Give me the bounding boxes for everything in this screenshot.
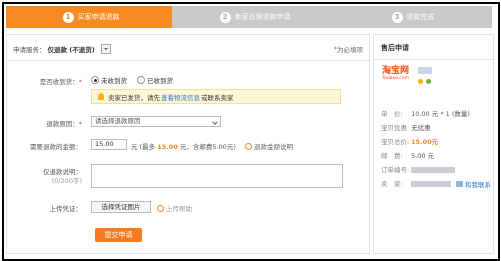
progress-steps: 1 买家申请退款 2 卖家处理退款申请 3 退款完成 — [6, 6, 492, 28]
service-type-dropdown[interactable] — [100, 44, 111, 54]
divider — [374, 59, 493, 60]
step-number: 3 — [391, 11, 403, 23]
received-label: 是否收到货：* — [7, 76, 82, 86]
radio-label: 已收到货 — [147, 77, 173, 85]
amount-unit: 元 — [131, 143, 138, 151]
badge-icon — [426, 79, 431, 84]
required-hint-text: 为必填项 — [337, 46, 363, 54]
tip-text: 卖家已发货，请先 — [108, 93, 160, 102]
contact-seller-link[interactable]: 和我联系 — [456, 179, 491, 189]
info-total: 宝贝总价: 15.00元 — [381, 136, 438, 146]
service-type-row: 申请服务： 仅退款 (不退货) * 为必填项 — [13, 42, 363, 56]
upload-label: 上传凭证： — [7, 203, 83, 213]
reason-label: 退款原因：* — [7, 118, 82, 128]
refund-amount-input[interactable]: 15.00 — [91, 139, 127, 150]
service-type-value: 仅退款 (不退货) — [47, 46, 95, 54]
submit-button[interactable]: 提交申请 — [95, 228, 142, 242]
info-value: 15.00元 — [411, 138, 439, 146]
question-icon — [157, 204, 164, 212]
amount-explain-text: 退款金额说明 — [254, 143, 293, 151]
order-number-blurred — [411, 167, 456, 173]
step-seller-process: 2 卖家处理退款申请 — [172, 6, 338, 28]
info-seller: 卖 家: — [381, 178, 452, 188]
required-asterisk: * — [78, 78, 82, 86]
taobao-logo: 淘宝网 Taobao.com — [382, 66, 414, 84]
received-radio-group: 未收到货 已收到货 — [91, 75, 173, 85]
after-sale-panel: 售后申请 淘宝网 Taobao.com 单 价: 10.00 元 * 1 (数量… — [373, 34, 494, 254]
panel-title: 售后申请 — [381, 44, 409, 52]
badge-icon — [418, 79, 423, 84]
info-key: 订单编号: — [381, 166, 410, 174]
reason-label-text: 退款原因： — [46, 120, 79, 128]
refund-description-textarea[interactable] — [91, 164, 343, 188]
amount-note: 元 (最多 15.00 元，含邮费5.00元) — [131, 141, 236, 151]
info-discount: 宝贝优惠: 无优惠 — [381, 122, 431, 132]
info-key: 宝贝总价: — [381, 138, 410, 146]
received-label-text: 是否收到货： — [39, 78, 79, 86]
shop-badges — [418, 79, 431, 84]
info-key: 卖 家: — [381, 180, 403, 188]
char-counter: (0/200字) — [51, 177, 82, 185]
info-unit-price: 单 价: 10.00 元 * 1 (数量) — [381, 108, 470, 118]
upload-help-link[interactable]: 上传帮助 — [157, 203, 192, 213]
choose-image-button[interactable]: 选择凭证图片 — [91, 201, 151, 213]
logo-subtext: Taobao.com — [382, 76, 409, 81]
step-number: 2 — [219, 11, 231, 23]
question-icon — [245, 142, 252, 150]
required-hint: * 为必填项 — [334, 44, 363, 54]
info-key: 单 价: — [381, 110, 403, 118]
shipping-tip: 卖家已发货，请先 查看物流信息 或联系卖家 — [91, 89, 341, 104]
tip-text-suffix: 或联系卖家 — [201, 93, 234, 102]
lightbulb-icon — [98, 93, 104, 100]
info-key: 宝贝优惠: — [381, 124, 410, 132]
info-value: 5.00 元 — [411, 152, 435, 160]
required-asterisk: * — [78, 120, 82, 128]
radio-button[interactable] — [91, 76, 99, 84]
amount-explain-link[interactable]: 退款金额说明 — [245, 141, 293, 151]
select-placeholder: 请选择退款原因 — [95, 117, 141, 125]
amount-label: 需要退款的金额： — [7, 141, 82, 151]
step-label: 卖家处理退款申请 — [234, 13, 291, 21]
step-number: 1 — [62, 11, 74, 23]
seller-name-blurred[interactable] — [411, 181, 452, 187]
amount-note-prefix: (最多 — [139, 143, 156, 151]
radio-button[interactable] — [137, 76, 145, 84]
step-apply: 1 买家申请退款 — [6, 6, 176, 28]
service-type-label: 申请服务： — [13, 46, 46, 54]
contact-text: 和我联系 — [465, 181, 491, 189]
logo-text: 淘宝网 — [382, 66, 410, 76]
radio-not-received[interactable]: 未收到货 — [91, 75, 127, 85]
info-key: 邮 费: — [381, 152, 403, 160]
chat-icon — [456, 181, 463, 187]
divider — [7, 60, 369, 61]
info-value: 无优惠 — [411, 124, 431, 132]
upload-label-text: 上传凭证： — [49, 205, 83, 213]
refund-reason-select[interactable]: 请选择退款原因 — [91, 116, 221, 127]
step-label: 买家申请退款 — [77, 13, 120, 21]
upload-help-text: 上传帮助 — [166, 205, 192, 213]
info-value: 10.00 元 * 1 (数量) — [411, 110, 470, 118]
chevron-down-icon — [212, 119, 218, 125]
radio-received[interactable]: 已收到货 — [137, 75, 173, 85]
amount-max: 15.00 — [157, 143, 178, 151]
amount-note-suffix: 元，含邮费5.00元) — [179, 143, 236, 151]
refund-form-panel: 申请服务： 仅退款 (不退货) * 为必填项 是否收到货：* 未收到货 已收到货… — [6, 34, 370, 254]
shop-name-blurred[interactable] — [418, 67, 432, 74]
amount-label-text: 需要退款的金额： — [30, 143, 82, 151]
info-shipping: 邮 费: 5.00 元 — [381, 150, 434, 160]
step-label: 退款完成 — [406, 13, 435, 21]
info-order-number: 订单编号: — [381, 164, 456, 174]
radio-label: 未收到货 — [101, 77, 127, 85]
step-complete: 3 退款完成 — [334, 6, 492, 28]
view-logistics-link[interactable]: 查看物流信息 — [161, 92, 200, 102]
